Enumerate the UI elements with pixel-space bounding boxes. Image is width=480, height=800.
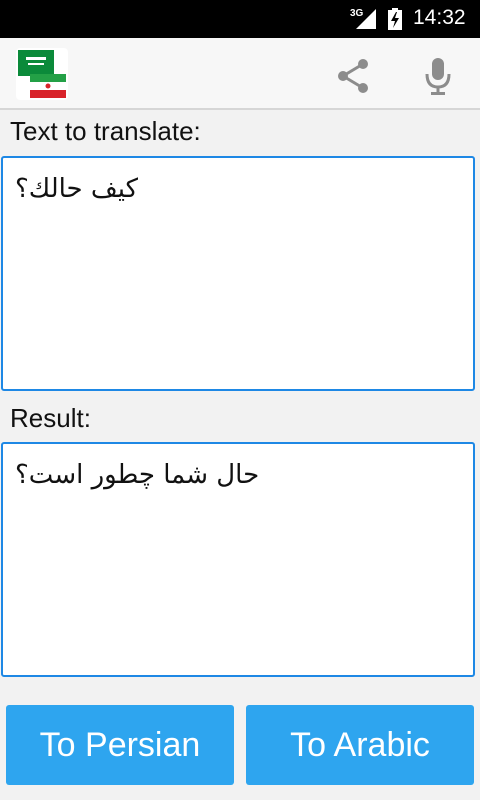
app-bar xyxy=(0,38,480,110)
microphone-icon[interactable] xyxy=(422,56,454,96)
source-text-input[interactable]: كيف حالك؟ xyxy=(1,156,475,391)
result-text: حال شما چطور است؟ xyxy=(15,460,260,490)
source-text: كيف حالك؟ xyxy=(15,174,139,204)
status-clock: 14:32 xyxy=(413,6,466,29)
share-icon[interactable] xyxy=(333,56,373,96)
signal-icon xyxy=(356,9,376,29)
saudi-iran-flags-icon[interactable] xyxy=(16,48,68,100)
to-arabic-button[interactable]: To Arabic xyxy=(246,705,474,785)
result-label: Result: xyxy=(10,403,91,433)
source-label: Text to translate: xyxy=(10,116,201,146)
battery-charging-icon xyxy=(388,8,402,30)
status-bar: 3G 14:32 xyxy=(0,0,480,38)
result-text-box[interactable]: حال شما چطور است؟ xyxy=(1,442,475,677)
to-persian-button[interactable]: To Persian xyxy=(6,705,234,785)
